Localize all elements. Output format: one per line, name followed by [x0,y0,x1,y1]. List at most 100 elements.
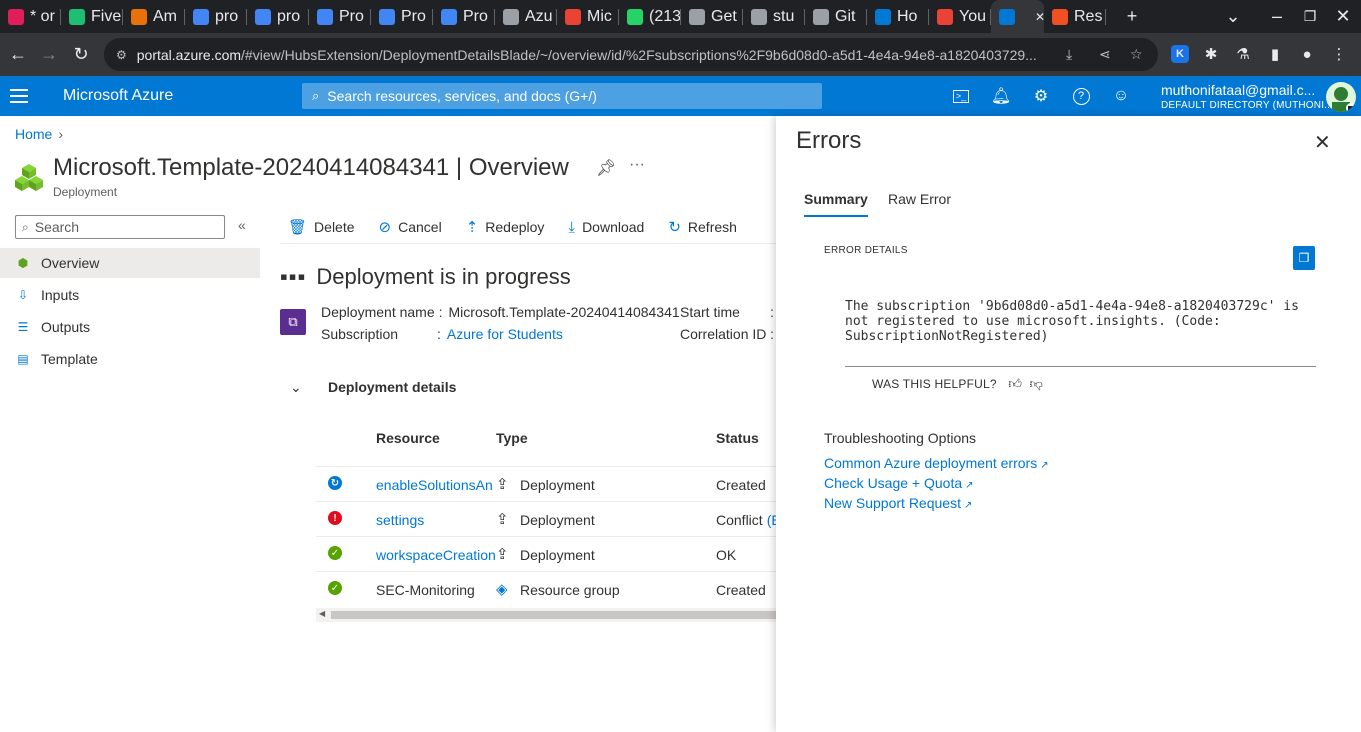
bookmark-star-icon[interactable]: ☆ [1130,46,1143,63]
sidebar-item-label: Template [41,351,98,367]
resource-group-icon: ◈ [496,581,508,598]
browser-tab[interactable]: Git [805,0,867,33]
thumbs-up-icon[interactable]: 👍︎ [1008,376,1022,391]
reload-icon[interactable]: ↻ [65,38,97,70]
profile-icon[interactable]: ● [1295,42,1319,66]
feedback-icon[interactable]: ☺ [1109,84,1133,108]
global-search-input[interactable]: ⌕ Search resources, services, and docs (… [302,83,822,109]
notifications-bell-icon[interactable]: 🔔︎ [989,84,1013,108]
pin-icon[interactable]: 📌︎ [596,158,616,178]
close-icon[interactable]: ✕ [1314,130,1331,155]
link-common-deployment-errors[interactable]: Common Azure deployment errors ↗ [824,455,1049,471]
extension-k-icon[interactable]: K [1168,42,1192,66]
thumbs-down-icon[interactable]: 👎︎ [1030,376,1043,391]
lab-flask-icon[interactable]: ⚗ [1231,42,1255,66]
install-icon[interactable]: ⤓ [1066,46,1072,63]
extensions-puzzle-icon[interactable]: ✱ [1199,42,1223,66]
troubleshooting-heading: Troubleshooting Options [824,430,977,446]
resource-status: OK [716,547,736,563]
subscription-link[interactable]: Azure for Students [447,326,563,342]
sidebar-item-inputs[interactable]: ⇩ Inputs [0,280,260,310]
tab-raw-error[interactable]: Raw Error [888,191,951,207]
deployment-cubes-icon [15,164,43,191]
resource-type: Deployment [520,512,595,528]
tab-label: Get [711,7,737,25]
browser-tab[interactable]: Ho [867,0,929,33]
account-info[interactable]: muthonifataal@gmail.c... DEFAULT DIRECTO… [1161,82,1333,111]
tab-label: Pro [339,7,364,25]
tab-summary[interactable]: Summary [804,191,868,217]
redeploy-button[interactable]: ⇡ Redeploy [458,218,545,236]
browser-tab[interactable]: pro [185,0,247,33]
side-panel-icon[interactable]: ▮ [1263,42,1287,66]
column-header-resource[interactable]: Resource [376,430,440,446]
download-button[interactable]: ⤓ Download [560,219,644,236]
tab-label: (213 [649,7,681,25]
help-icon[interactable]: ? [1069,84,1093,108]
scrollbar-thumb[interactable] [331,611,776,619]
share-icon[interactable]: ⋖ [1099,46,1111,63]
copy-to-clipboard-button[interactable]: ❐ [1293,246,1315,270]
browser-tab[interactable]: Five [61,0,123,33]
cancel-button[interactable]: ⊘ Cancel [371,218,442,236]
resource-status: Conflict(Er [716,512,785,528]
essentials-subscription: Subscription: Azure for Students [321,326,563,342]
search-icon: ⌕ [312,88,320,103]
sidebar-item-template[interactable]: ▤ Template [0,344,260,374]
browser-tab[interactable]: Res [1044,0,1106,33]
sidebar-item-label: Outputs [41,319,91,335]
browser-tab[interactable]: Mic [557,0,619,33]
back-icon[interactable]: ← [2,38,34,70]
close-tab-icon[interactable]: ✕ [1035,10,1044,24]
azure-brand[interactable]: Microsoft Azure [63,87,173,105]
forward-icon[interactable]: → [33,38,65,70]
tab-label: Am [153,7,177,25]
browser-tab[interactable]: Pro [371,0,433,33]
browser-tab[interactable]: pro [247,0,309,33]
tab-label: You [959,7,986,25]
subscription-label: Subscription [321,326,399,342]
resource-menu-search[interactable]: ⌕ Search [15,215,225,239]
status-text: Conflict [716,512,763,528]
sidebar-item-outputs[interactable]: ☰ Outputs [0,312,260,342]
browser-tab[interactable]: Am [123,0,185,33]
sidebar-item-label: Overview [41,255,100,271]
column-header-type[interactable]: Type [496,430,528,446]
resource-name[interactable]: enableSolutionsAn [376,477,493,493]
horizontal-scrollbar[interactable]: ◀ [316,608,776,622]
new-tab-button[interactable]: + [1112,0,1152,33]
browser-tab[interactable]: (213 [619,0,681,33]
sidebar-item-overview[interactable]: ⬢ Overview [0,248,260,278]
close-window-icon[interactable]: ✕ [1323,0,1361,33]
address-bar[interactable]: ⚙ portal.azure.com/#view/HubsExtension/D… [104,38,1158,71]
essentials-deployment-name: Deployment name: Microsoft.Template-20240… [321,304,680,320]
column-header-status[interactable]: Status [716,430,759,446]
refresh-button[interactable]: ↻ Refresh [660,218,737,236]
deployment-details-toggle[interactable]: ⌄ Deployment details [290,379,456,396]
settings-gear-icon[interactable]: ⚙ [1029,84,1053,108]
template-document-icon: ▤ [17,352,29,366]
browser-tab[interactable]: Azu [495,0,557,33]
collapse-menu-icon[interactable]: « [238,217,246,233]
browser-tab[interactable]: * or [0,0,61,33]
browser-tab[interactable]: ✕ [991,0,1044,33]
avatar[interactable] [1326,82,1356,112]
delete-button[interactable]: 🗑︎ Delete [280,218,355,236]
browser-tab[interactable]: Pro [309,0,371,33]
browser-tab[interactable]: You [929,0,991,33]
cloud-shell-icon[interactable]: >_ [949,84,973,108]
browser-tab[interactable]: stu [743,0,805,33]
more-options-icon[interactable]: ··· [629,156,645,174]
resource-name[interactable]: settings [376,512,424,528]
breadcrumb-home[interactable]: Home [15,126,52,142]
browser-menu-icon[interactable]: ⋮ [1327,42,1351,66]
resource-name[interactable]: workspaceCreation [376,547,496,563]
portal-menu-icon[interactable] [10,84,28,108]
site-info-icon[interactable]: ⚙ [116,48,127,62]
scroll-left-icon[interactable]: ◀ [319,609,325,618]
browser-tab[interactable]: Get [681,0,743,33]
tab-search-icon[interactable]: ⌄ [1213,0,1253,33]
link-new-support-request[interactable]: New Support Request ↗ [824,495,972,511]
link-check-usage-quota[interactable]: Check Usage + Quota ↗ [824,475,974,491]
browser-tab[interactable]: Pro [433,0,495,33]
